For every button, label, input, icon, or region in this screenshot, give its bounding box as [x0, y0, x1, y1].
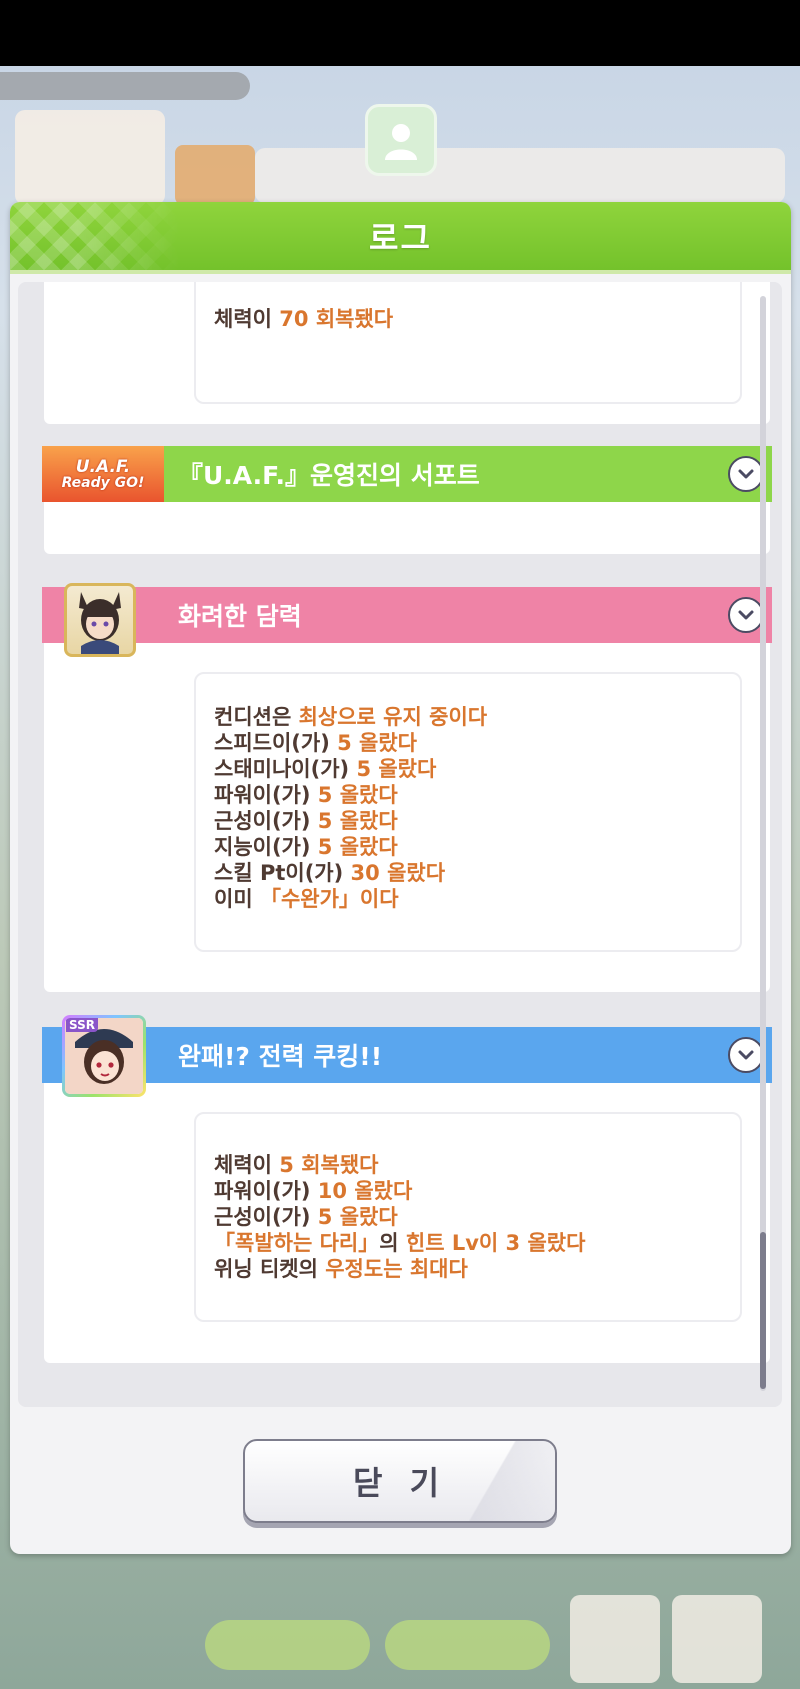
- scrollbar-thumb[interactable]: [760, 1232, 766, 1389]
- log-line: 체력이 5 회복됐다: [214, 1153, 379, 1177]
- background-button: [672, 1595, 762, 1683]
- button-shine: [435, 1441, 555, 1521]
- log-line: 컨디션은 최상으로 유지 중이다: [214, 705, 488, 729]
- background-panel: [15, 110, 165, 205]
- log-line: 스태미나이(가) 5 올랐다: [214, 757, 437, 781]
- log-message-box: 컨디션은 최상으로 유지 중이다 스피드이(가) 5 올랐다 스태미나이(가) …: [194, 672, 742, 952]
- log-line: 이미 「수완가」이다: [214, 887, 399, 911]
- log-line: 「폭발하는 다리」의 힌트 Lv이 3 올랐다: [214, 1231, 586, 1255]
- chevron-down-icon[interactable]: [728, 456, 764, 492]
- background-button: [385, 1620, 550, 1670]
- log-line: 위닝 티켓의 우정도는 최대다: [214, 1257, 468, 1281]
- log-line: 스킬 Pt이(가) 30 올랐다: [214, 861, 446, 885]
- log-entry-title: 『U.A.F.』운영진의 서포트: [178, 461, 480, 490]
- chevron-down-icon[interactable]: [728, 597, 764, 633]
- chevron-down-icon[interactable]: [728, 1037, 764, 1073]
- dialog-title: 로그: [369, 219, 432, 257]
- log-entry-title: 화려한 담력: [178, 602, 302, 631]
- log-line: 근성이(가) 5 올랐다: [214, 809, 398, 833]
- close-button-label: 닫 기: [352, 1464, 448, 1502]
- log-message-box: 체력이 5 회복됐다 파워이(가) 10 올랐다 근성이(가) 5 올랐다 「폭…: [194, 1112, 742, 1322]
- background-button: [205, 1620, 370, 1670]
- background-panel: [0, 72, 250, 100]
- log-line: 파워이(가) 5 올랐다: [214, 783, 398, 807]
- log-dialog: 로그 체력이 70 회복됐다 U.A.F. Ready GO! 『U.A.F.』…: [10, 202, 791, 1554]
- ssr-badge: SSR: [66, 1018, 98, 1032]
- log-message-box: 체력이 70 회복됐다: [194, 282, 742, 404]
- uaf-logo: U.A.F. Ready GO!: [42, 446, 164, 502]
- background-panel: [175, 145, 255, 205]
- log-line: 파워이(가) 10 올랐다: [214, 1179, 413, 1203]
- character-portrait: [64, 583, 136, 657]
- log-line: 지능이(가) 5 올랐다: [214, 835, 398, 859]
- log-entry-header[interactable]: 화려한 담력: [42, 587, 772, 643]
- log-entry-header[interactable]: U.A.F. Ready GO! 『U.A.F.』운영진의 서포트: [42, 446, 772, 502]
- background-button: [570, 1595, 660, 1683]
- log-line: 근성이(가) 5 올랐다: [214, 1205, 398, 1229]
- log-entry: 완패!? 전력 쿠킹!! SSR 체력이 5 회복됐다 파워이(가) 10 올랐…: [42, 1018, 772, 1363]
- log-entry: 화려한 담력 컨디션은 최상으로 유지 중이다 스피드이(가) 5 올랐다 스태…: [42, 583, 772, 992]
- log-line: 체력이 70 회복됐다: [214, 307, 394, 331]
- log-entry-header[interactable]: 완패!? 전력 쿠킹!!: [42, 1027, 772, 1083]
- dialog-header: 로그: [10, 202, 791, 274]
- close-button[interactable]: 닫 기: [243, 1439, 557, 1523]
- log-line: 스피드이(가) 5 올랐다: [214, 731, 417, 755]
- header-pattern: [10, 202, 180, 270]
- background-panel: [255, 148, 785, 203]
- log-entry: U.A.F. Ready GO! 『U.A.F.』운영진의 서포트: [42, 446, 772, 554]
- log-scrollbar[interactable]: [760, 296, 766, 1391]
- system-status-bar: [0, 0, 800, 66]
- log-list[interactable]: 체력이 70 회복됐다 U.A.F. Ready GO! 『U.A.F.』운영진…: [18, 282, 782, 1407]
- support-card-portrait: SSR: [62, 1015, 146, 1097]
- log-entry: 체력이 70 회복됐다: [44, 282, 770, 424]
- person-placeholder-icon: [365, 104, 437, 176]
- log-entry-title: 완패!? 전력 쿠킹!!: [178, 1042, 383, 1071]
